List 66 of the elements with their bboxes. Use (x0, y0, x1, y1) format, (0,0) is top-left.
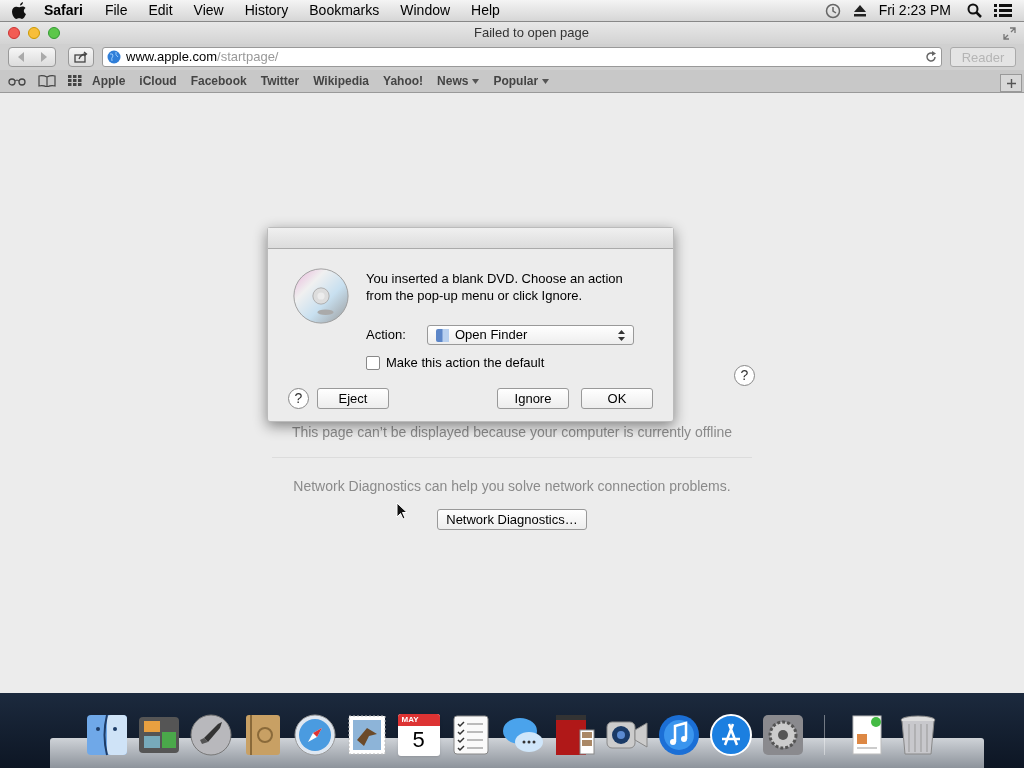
bookmark-link[interactable]: Wikipedia (313, 72, 370, 90)
bookmark-link[interactable]: Apple (92, 72, 126, 90)
glasses-icon[interactable] (8, 76, 26, 86)
calendar-day: 5 (412, 726, 425, 754)
checkbox-label: Make this action the default (386, 354, 545, 372)
diagnostics-text: Network Diagnostics can help you solve network connection problems. (293, 477, 731, 496)
forward-arrow-icon (39, 52, 48, 62)
zoom-button[interactable] (48, 27, 60, 39)
book-icon[interactable] (38, 75, 56, 87)
share-icon (74, 51, 88, 63)
compass-icon[interactable] (291, 712, 338, 758)
caret-icon (472, 78, 480, 84)
apple-icon[interactable] (12, 1, 28, 20)
help-button[interactable]: ? (734, 365, 755, 386)
help-button[interactable]: ? (288, 387, 309, 409)
back-arrow-icon (16, 52, 25, 62)
action-label: Action: (366, 326, 407, 345)
eject-icon[interactable] (852, 4, 867, 17)
globe-icon (107, 50, 121, 64)
action-popup[interactable]: Open Finder (427, 325, 634, 345)
bookmark-link[interactable]: Yahoo! (383, 72, 424, 90)
plus-icon (1006, 78, 1016, 88)
search-icon[interactable] (967, 3, 982, 18)
menu-item[interactable]: Edit (148, 0, 173, 21)
dialog-button[interactable]: Ignore (497, 387, 569, 409)
address-field[interactable]: www.apple.com/startpage/ (102, 47, 942, 67)
updown-arrows-icon (618, 329, 625, 341)
menu-clock[interactable]: Fri 2:23 PM (878, 0, 951, 21)
menu-item[interactable]: Window (400, 0, 451, 21)
url-path: /startpage/ (217, 49, 279, 65)
new-tab-button[interactable] (1000, 74, 1022, 92)
menu-item[interactable]: Help (471, 0, 500, 21)
menu-item[interactable]: File (104, 0, 128, 21)
bookmark-link[interactable]: Facebook (190, 72, 247, 90)
dialog-button[interactable]: OK (581, 387, 653, 409)
menu-item[interactable]: Bookmarks (309, 0, 380, 21)
share-button[interactable] (68, 47, 94, 67)
dialog-button[interactable]: Eject (317, 387, 389, 409)
app-menu[interactable]: Safari (44, 0, 83, 21)
finder-icon (436, 328, 449, 342)
grid-icon[interactable] (68, 75, 82, 87)
calendar-icon[interactable]: MAY 5 (397, 714, 440, 756)
menu-item[interactable]: History (244, 0, 289, 21)
reload-icon[interactable] (925, 51, 937, 63)
close-button[interactable] (8, 27, 20, 39)
dialog-message: You inserted a blank DVD. Choose an action from the pop-up menu or click Ignore. (366, 270, 624, 304)
bookmark-link[interactable]: News (437, 72, 480, 90)
list-icon[interactable] (994, 3, 1012, 18)
app-store-icon[interactable] (707, 712, 754, 758)
bookmark-link[interactable]: iCloud (139, 72, 177, 90)
fullscreen-icon[interactable] (1003, 26, 1016, 40)
default-checkbox[interactable] (366, 355, 380, 370)
network-diagnostics-button[interactable]: Network Diagnostics… (437, 509, 587, 530)
bookmark-link[interactable]: Twitter (260, 72, 300, 90)
menu-item[interactable]: View (193, 0, 224, 21)
caret-icon (542, 78, 550, 84)
window-title: Failed to open page (474, 24, 589, 43)
back-forward-button[interactable] (8, 47, 56, 67)
url-host: www.apple.com (126, 49, 218, 65)
bookmark-link[interactable]: Popular (493, 72, 550, 90)
clock-history-icon[interactable] (824, 2, 841, 19)
cursor-icon (396, 502, 408, 520)
calendar-month: MAY (397, 714, 440, 726)
dvd-icon (293, 265, 349, 327)
dock-separator (823, 715, 825, 755)
offline-message: This page can’t be displayed because your computer is currently offline (291, 423, 733, 442)
